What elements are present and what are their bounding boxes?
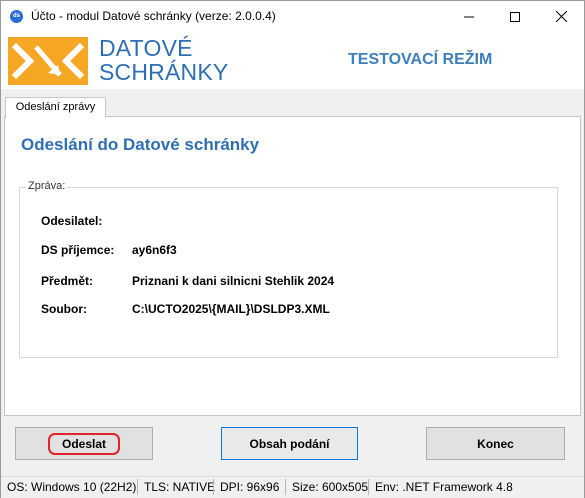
status-divider: [368, 479, 369, 495]
title-bar[interactable]: ds Účto - modul Datové schránky (verze: …: [1, 1, 584, 32]
status-divider: [137, 479, 138, 495]
send-button[interactable]: Odeslat: [15, 427, 153, 460]
logo-text: DATOVÉ SCHRÁNKY: [99, 36, 228, 84]
logo-line-2: SCHRÁNKY: [99, 59, 229, 85]
sender-label: Odesilatel:: [41, 214, 103, 228]
minimize-button[interactable]: [446, 1, 492, 32]
maximize-icon: [510, 11, 520, 22]
send-panel: Odeslání do Datové schránky Zpráva: Odes…: [4, 116, 581, 416]
status-os: OS: Windows 10 (22H2): [7, 480, 137, 494]
recipient-label: DS příjemce:: [41, 243, 115, 257]
status-env: Env: .NET Framework 4.8: [375, 480, 513, 494]
file-value: C:\UCTO2025\{MAIL}\DSLDP3.XML: [132, 302, 330, 316]
status-size: Size: 600x505: [292, 480, 369, 494]
main-window: ds Účto - modul Datové schránky (verze: …: [0, 0, 585, 498]
maximize-button[interactable]: [492, 1, 538, 32]
close-icon: [555, 11, 567, 22]
message-groupbox: Zpráva: Odesilatel: DS příjemce: ay6n6f3…: [19, 180, 558, 358]
status-bar: OS: Windows 10 (22H2) TLS: NATIVE DPI: 9…: [1, 476, 584, 498]
tab-send-message[interactable]: Odeslání zprávy: [5, 97, 106, 118]
recipient-value: ay6n6f3: [132, 243, 177, 257]
subject-value: Priznani k dani silnicni Stehlik 2024: [132, 274, 335, 288]
datove-schranky-logo-icon: [8, 37, 88, 85]
content-button[interactable]: Obsah podání: [221, 427, 358, 460]
status-dpi: DPI: 96x96: [220, 480, 280, 494]
page-title: Odeslání do Datové schránky: [21, 135, 260, 154]
window-title: Účto - modul Datové schránky (verze: 2.0…: [31, 9, 276, 23]
status-divider: [213, 479, 214, 495]
status-divider: [285, 479, 286, 495]
subject-label: Předmět:: [41, 274, 94, 288]
send-button-label: Odeslat: [47, 432, 120, 455]
file-label: Soubor:: [41, 302, 87, 316]
minimize-icon: [464, 16, 474, 17]
app-icon: ds: [10, 10, 23, 23]
end-button[interactable]: Konec: [426, 427, 565, 460]
group-label: Zpráva:: [26, 180, 68, 192]
logo-line-1: DATOVÉ: [99, 35, 193, 61]
test-mode-label: TESTOVACÍ REŽIM: [348, 51, 493, 68]
status-tls: TLS: NATIVE: [144, 480, 216, 494]
header-banner: DATOVÉ SCHRÁNKY TESTOVACÍ REŽIM: [1, 32, 584, 89]
close-window-button[interactable]: [538, 1, 584, 32]
